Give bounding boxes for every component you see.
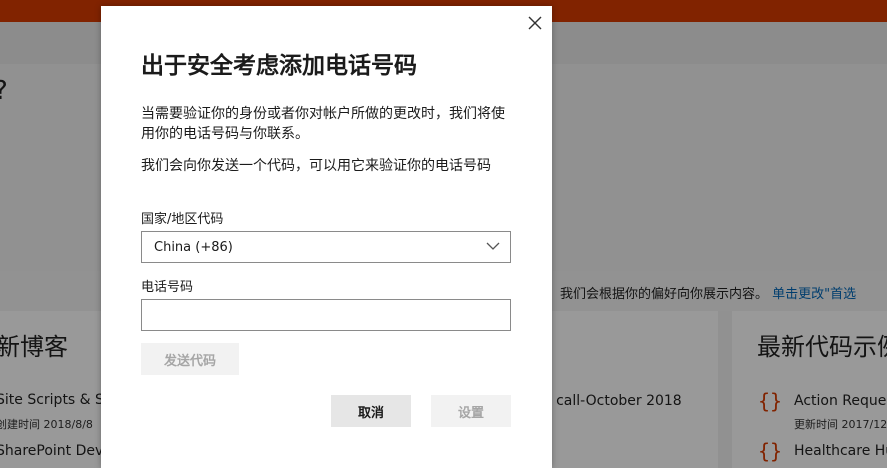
close-button[interactable] <box>526 14 544 32</box>
send-code-button[interactable]: 发送代码 <box>141 343 239 375</box>
country-code-select[interactable]: China (+86) <box>141 231 511 263</box>
phone-number-label: 电话号码 <box>141 280 194 295</box>
cancel-button[interactable]: 取消 <box>331 395 411 427</box>
dialog-title: 出于安全考虑添加电话号码 <box>141 53 417 79</box>
close-icon <box>528 16 542 30</box>
phone-number-input[interactable] <box>141 299 511 331</box>
chevron-down-icon <box>486 242 500 250</box>
add-phone-dialog: 出于安全考虑添加电话号码 当需要验证你的身份或者你对帐户所做的更改时，我们将使用… <box>101 6 552 468</box>
country-code-label: 国家/地区代码 <box>141 212 224 227</box>
settings-button[interactable]: 设置 <box>431 395 511 427</box>
dialog-description: 当需要验证你的身份或者你对帐户所做的更改时，我们将使用你的电话号码与你联系。 <box>141 106 505 142</box>
country-code-value: China (+86) <box>154 240 233 255</box>
dialog-code-description: 我们会向你发送一个代码，可以用它来验证你的电话号码 <box>141 158 491 174</box>
